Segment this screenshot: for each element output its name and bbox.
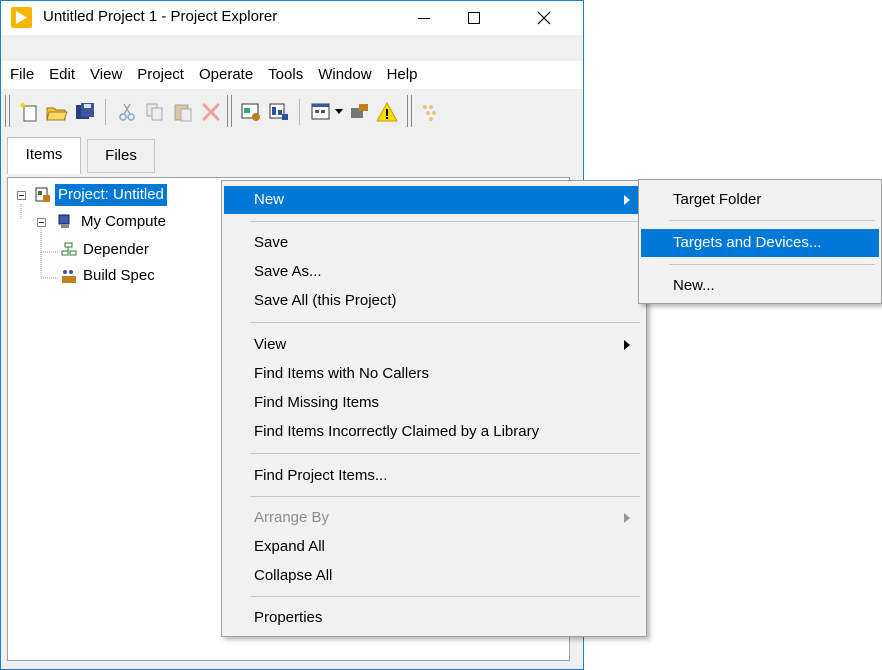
maximize-button[interactable] [451, 1, 497, 35]
paste-icon[interactable] [171, 100, 195, 124]
menu-view[interactable]: View [81, 61, 128, 89]
new-submenu: Target Folder Targets and Devices... New… [638, 179, 882, 304]
collapse-toggle[interactable] [17, 191, 26, 200]
submenu-arrow-icon [624, 195, 630, 205]
close-icon [537, 11, 551, 25]
menu-item-save-as[interactable]: Save As... [224, 258, 644, 286]
menu-separator [250, 596, 640, 597]
chevron-down-icon[interactable] [335, 109, 343, 115]
menu-help[interactable]: Help [378, 61, 424, 89]
menu-item-view[interactable]: View [224, 331, 644, 359]
menu-separator [250, 221, 640, 222]
toolbar-separator [299, 99, 300, 125]
menu-item-collapse-all[interactable]: Collapse All [224, 562, 644, 590]
tools-icon[interactable] [347, 100, 371, 124]
build-icon[interactable] [267, 100, 291, 124]
menu-item-find-missing[interactable]: Find Missing Items [224, 389, 644, 417]
explorer-tabs: Items Files [1, 135, 583, 175]
menu-edit[interactable]: Edit [40, 61, 81, 89]
project-icon [35, 187, 50, 202]
menu-separator [669, 264, 875, 265]
copy-icon[interactable] [143, 100, 167, 124]
menu-item-expand-all[interactable]: Expand All [224, 533, 644, 561]
save-all-icon[interactable] [73, 100, 97, 124]
tab-files[interactable]: Files [87, 139, 155, 173]
toolbar-grip[interactable] [227, 95, 232, 127]
computer-icon [58, 214, 70, 228]
toolbar-grip[interactable] [407, 95, 412, 127]
menu-bar: File Edit View Project Operate Tools Win… [1, 61, 583, 89]
menu-project[interactable]: Project [128, 61, 190, 89]
toolbar-separator [105, 99, 106, 125]
submenu-item-target-folder[interactable]: Target Folder [641, 186, 879, 214]
warning-icon[interactable] [375, 100, 399, 124]
dim-icon[interactable] [419, 100, 443, 124]
menu-item-find-project-items[interactable]: Find Project Items... [224, 462, 644, 490]
delete-icon[interactable] [199, 100, 223, 124]
menu-item-find-no-callers[interactable]: Find Items with No Callers [224, 360, 644, 388]
menu-separator [669, 220, 875, 221]
submenu-arrow-icon [624, 513, 630, 523]
menu-file[interactable]: File [1, 61, 40, 89]
menu-separator [250, 322, 640, 323]
menu-separator [250, 496, 640, 497]
tab-items[interactable]: Items [7, 137, 81, 174]
menu-item-properties[interactable]: Properties [224, 604, 644, 632]
tree-item-dependencies[interactable]: Depender [83, 239, 149, 261]
project-settings-icon[interactable] [239, 100, 263, 124]
menu-window[interactable]: Window [309, 61, 377, 89]
open-icon[interactable] [45, 100, 69, 124]
menu-operate[interactable]: Operate [190, 61, 259, 89]
minimize-button[interactable] [401, 1, 447, 35]
menu-item-save-all[interactable]: Save All (this Project) [224, 287, 644, 315]
menu-item-arrange-by: Arrange By [224, 504, 644, 532]
labview-app-icon [11, 7, 32, 28]
menu-item-new[interactable]: New [224, 186, 644, 214]
menu-tools[interactable]: Tools [259, 61, 309, 89]
dependencies-icon [61, 242, 77, 256]
tree-item-build-specifications[interactable]: Build Spec [83, 265, 155, 287]
tree-item-my-computer[interactable]: My Compute [81, 211, 166, 233]
context-menu: New Save Save As... Save All (this Proje… [221, 180, 647, 637]
window-grid-icon[interactable] [309, 100, 333, 124]
title-bar: Untitled Project 1 - Project Explorer [1, 1, 583, 35]
menu-item-find-incorrectly-claimed[interactable]: Find Items Incorrectly Claimed by a Libr… [224, 418, 644, 446]
tree-item-project[interactable]: Project: Untitled [55, 184, 167, 206]
new-icon[interactable] [17, 100, 41, 124]
minimize-icon [418, 18, 430, 19]
menu-separator [250, 453, 640, 454]
close-button[interactable] [521, 1, 567, 35]
menu-item-save[interactable]: Save [224, 229, 644, 257]
build-spec-icon [62, 270, 76, 283]
toolbar-grip[interactable] [5, 95, 10, 127]
cut-icon[interactable] [115, 100, 139, 124]
submenu-item-targets-and-devices[interactable]: Targets and Devices... [641, 229, 879, 257]
toolbar [1, 89, 583, 133]
submenu-arrow-icon [624, 340, 630, 350]
submenu-item-new[interactable]: New... [641, 272, 879, 300]
collapse-toggle[interactable] [37, 218, 46, 227]
window-title: Untitled Project 1 - Project Explorer [43, 8, 278, 25]
maximize-icon [468, 12, 480, 24]
